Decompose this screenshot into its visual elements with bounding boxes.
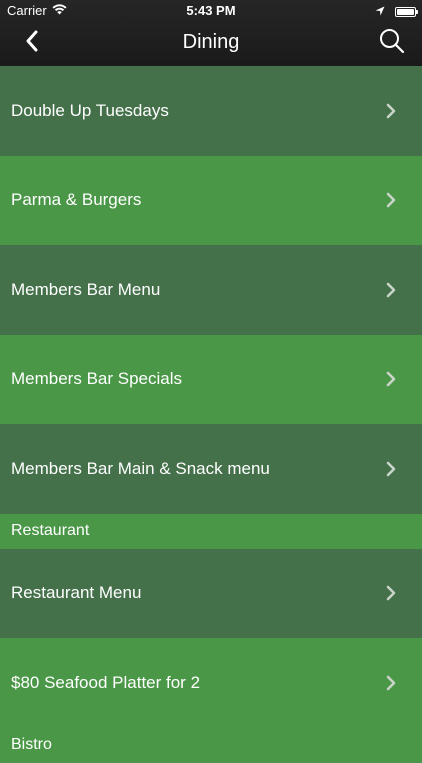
navigation-bar: Carrier 5:43 PM Dining	[0, 0, 422, 66]
status-bar: Carrier 5:43 PM	[0, 0, 422, 22]
list-item-label: Restaurant Menu	[11, 583, 142, 603]
location-arrow-icon	[375, 4, 385, 19]
search-button[interactable]	[378, 28, 406, 59]
search-icon	[379, 28, 405, 59]
list-item[interactable]: Parma & Burgers	[0, 155, 422, 245]
list-item[interactable]: Members Bar Main & Snack menu	[0, 424, 422, 514]
battery-level	[397, 8, 414, 15]
chevron-right-icon	[384, 282, 398, 298]
list-item[interactable]: Members Bar Specials	[0, 334, 422, 424]
battery-icon	[395, 6, 418, 17]
list-item-label: $80 Seafood Platter for 2	[11, 672, 201, 692]
section-header-restaurant: Restaurant	[0, 513, 422, 549]
dining-list: Double Up Tuesdays Parma & Burgers Membe…	[0, 66, 422, 763]
chevron-right-icon	[384, 675, 398, 691]
list-item-label: Members Bar Specials	[11, 369, 183, 389]
chevron-right-icon	[384, 103, 398, 119]
status-right	[375, 4, 418, 19]
list-item-label: Members Bar Main & Snack menu	[11, 458, 270, 478]
list-item[interactable]: $80 Seafood Platter for 2	[0, 638, 422, 728]
chevron-right-icon	[384, 461, 398, 477]
list-item-label: Parma & Burgers	[11, 190, 142, 210]
list-item[interactable]: Double Up Tuesdays	[0, 66, 422, 156]
chevron-right-icon	[384, 585, 398, 601]
list-item[interactable]: Members Bar Menu	[0, 245, 422, 335]
list-item-label: Members Bar Menu	[11, 279, 161, 299]
chevron-right-icon	[384, 371, 398, 387]
chevron-right-icon	[384, 192, 398, 208]
list-item[interactable]: Restaurant Menu	[0, 548, 422, 638]
list-item-label: Double Up Tuesdays	[11, 100, 169, 120]
status-time: 5:43 PM	[186, 3, 236, 18]
section-header-bistro: Bistro	[0, 727, 422, 763]
page-title: Dining	[182, 31, 240, 53]
